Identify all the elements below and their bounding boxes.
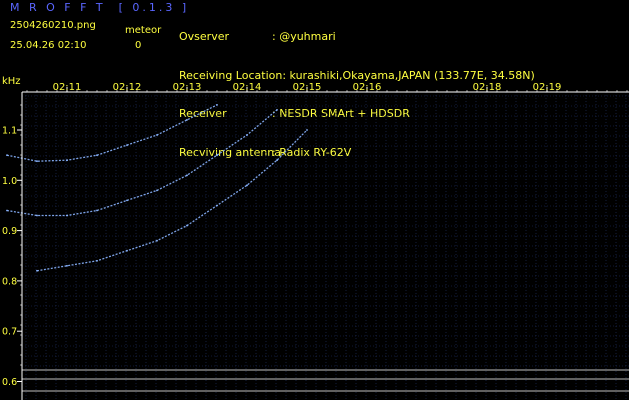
series-3-point [216, 204, 218, 207]
y-tick-label: 1.0 [2, 176, 17, 187]
y-tick-label: 1.1 [2, 126, 17, 137]
series-2-point [66, 214, 68, 217]
series-2-point [186, 174, 188, 177]
series-2-point [276, 109, 278, 111]
series-1-point [126, 144, 128, 147]
series-3-point [246, 184, 248, 187]
series-1-point [66, 159, 68, 162]
series-3-point [126, 249, 128, 252]
y-tick-label: 0.9 [2, 226, 17, 237]
series-3-point [36, 269, 38, 272]
series-3-point [96, 259, 98, 262]
series-2-point [156, 189, 158, 192]
series-3-point [276, 159, 278, 162]
series-3-point [306, 129, 308, 131]
series-3-point [66, 264, 68, 267]
series-1-point [156, 134, 158, 136]
series-1-point [186, 119, 188, 121]
spectrogram-chart: kHz02:11 02:12 02:13 02:14 02:15 02:16 02:18 02… [2, 76, 629, 400]
series-2-point [36, 214, 38, 217]
y-tick-label: 0.8 [2, 276, 17, 287]
series-2-point [126, 199, 128, 202]
grid [22, 92, 629, 400]
series-3-line [36, 129, 308, 272]
series-3-point [186, 224, 188, 227]
series-1-point [36, 160, 38, 163]
series-1-point [96, 154, 98, 157]
series-1-point [216, 104, 218, 106]
axes: kHz02:11 02:12 02:13 02:14 02:15 02:16 02:18 02… [2, 76, 629, 400]
series-1-line [6, 104, 218, 162]
series-2-point [6, 209, 8, 212]
series-2-point [216, 154, 218, 157]
series-2-point [96, 209, 98, 212]
series-3-point [156, 239, 158, 242]
y-tick-label: 0.7 [2, 327, 17, 338]
y-axis-unit-label: kHz [2, 76, 21, 87]
series-1-point [6, 154, 8, 157]
series-2-point [246, 134, 248, 136]
y-tick-label: 0.6 [2, 377, 17, 388]
meteor-traces [6, 104, 308, 272]
